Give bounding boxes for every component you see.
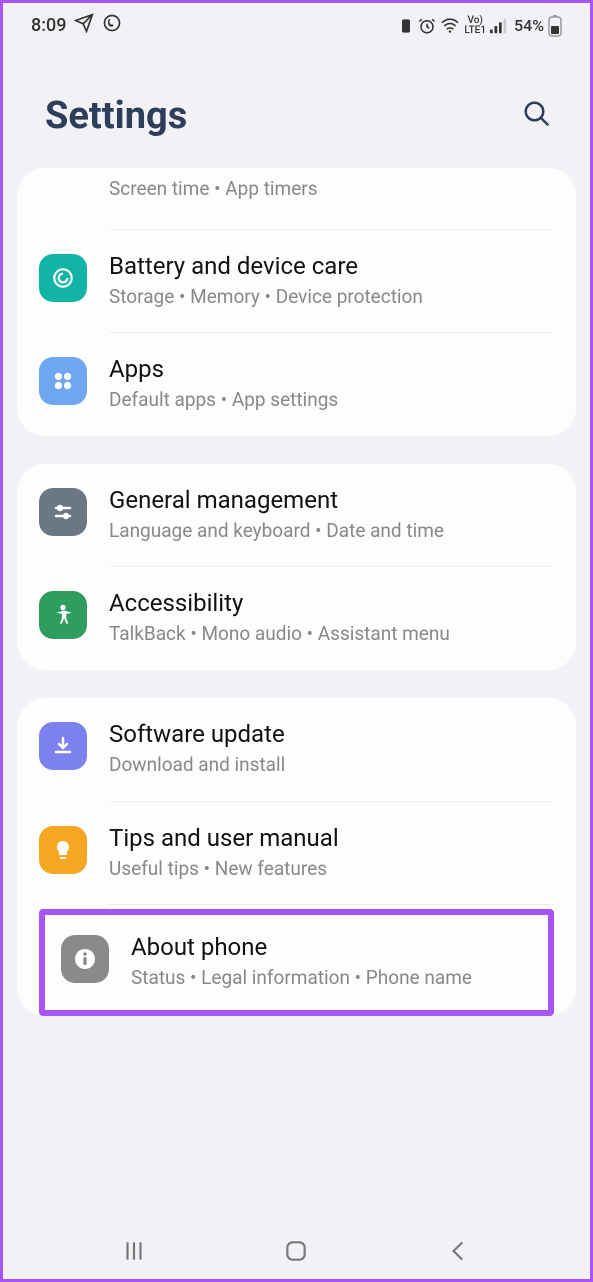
item-subtitle: Screen time • App timers xyxy=(109,176,554,203)
about-phone-icon xyxy=(61,935,109,983)
item-subtitle: Status • Legal information • Phone name xyxy=(131,965,532,992)
settings-group-2: General management Language and keyboard… xyxy=(17,464,576,670)
item-title: Software update xyxy=(109,720,554,748)
item-title: Accessibility xyxy=(109,589,554,617)
item-subtitle: Language and keyboard • Date and time xyxy=(109,518,554,545)
status-right: Vo) LTE1 54% xyxy=(398,15,562,37)
wifi-icon xyxy=(440,18,460,34)
settings-item-digital-wellbeing[interactable]: Screen time • App timers xyxy=(39,172,554,229)
volte-indicator: Vo) LTE1 xyxy=(464,16,486,36)
battery-icon xyxy=(548,15,562,37)
software-update-icon xyxy=(39,722,87,770)
item-title: Tips and user manual xyxy=(109,824,554,852)
home-button[interactable] xyxy=(283,1238,309,1268)
signal-icon xyxy=(490,18,508,34)
notif-icon xyxy=(398,18,414,34)
battery-care-icon xyxy=(39,254,87,302)
status-left: 8:09 xyxy=(31,13,122,38)
settings-item-about-phone[interactable]: About phone Status • Legal information •… xyxy=(39,909,554,1016)
general-icon xyxy=(39,488,87,536)
battery-pct: 54% xyxy=(514,16,544,35)
item-subtitle: TalkBack • Mono audio • Assistant menu xyxy=(109,621,554,648)
item-subtitle: Download and install xyxy=(109,752,554,779)
settings-item-general[interactable]: General management Language and keyboard… xyxy=(39,464,554,567)
accessibility-icon xyxy=(39,591,87,639)
page-title: Settings xyxy=(45,94,187,138)
item-subtitle: Default apps • App settings xyxy=(109,387,554,414)
status-bar: 8:09 Vo) LTE1 54% xyxy=(3,3,590,42)
item-title: General management xyxy=(109,486,554,514)
settings-item-apps[interactable]: Apps Default apps • App settings xyxy=(39,333,554,436)
item-subtitle: Storage • Memory • Device protection xyxy=(109,284,554,311)
status-time: 8:09 xyxy=(31,15,66,36)
header: Settings xyxy=(3,42,590,168)
divider xyxy=(109,904,554,905)
item-subtitle: Useful tips • New features xyxy=(109,856,554,883)
settings-item-battery[interactable]: Battery and device care Storage • Memory… xyxy=(39,230,554,333)
item-title: About phone xyxy=(131,933,532,961)
search-icon[interactable] xyxy=(522,99,552,133)
settings-item-accessibility[interactable]: Accessibility TalkBack • Mono audio • As… xyxy=(39,567,554,670)
settings-group-1: Screen time • App timers Battery and dev… xyxy=(17,168,576,436)
apps-icon xyxy=(39,357,87,405)
recents-button[interactable] xyxy=(121,1238,147,1268)
back-button[interactable] xyxy=(446,1238,472,1268)
item-title: Battery and device care xyxy=(109,252,554,280)
navigation-bar xyxy=(3,1227,590,1279)
whatsapp-icon xyxy=(102,13,122,38)
item-title: Apps xyxy=(109,355,554,383)
settings-item-software-update[interactable]: Software update Download and install xyxy=(39,698,554,801)
settings-item-tips[interactable]: Tips and user manual Useful tips • New f… xyxy=(39,802,554,905)
tips-icon xyxy=(39,826,87,874)
alarm-icon xyxy=(418,17,436,35)
settings-group-3: Software update Download and install Tip… xyxy=(17,698,576,1016)
telegram-icon xyxy=(74,13,94,38)
